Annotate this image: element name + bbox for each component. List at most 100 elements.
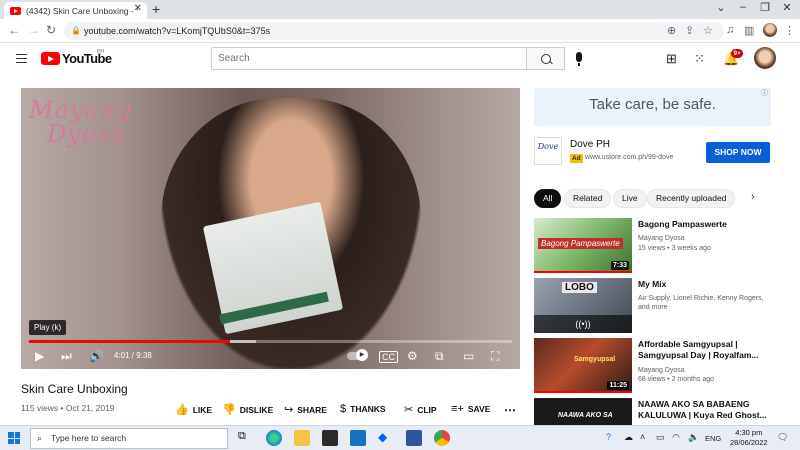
taskbar-search[interactable]: ⌕ Type here to search <box>30 428 228 449</box>
youtube-play-logo-icon <box>41 52 60 65</box>
cloud-icon[interactable]: ☁ <box>624 432 633 443</box>
video-thumbnail[interactable]: Samgyupsal 11:25 <box>534 338 632 393</box>
create-video-icon[interactable]: ⊞ <box>666 51 677 67</box>
edge-icon[interactable] <box>266 430 282 446</box>
save-button[interactable]: ≡+ SAVE <box>451 403 490 415</box>
progress-bar[interactable] <box>29 340 512 343</box>
tab-title: (4342) Skin Care Unboxing - You <box>26 5 138 16</box>
task-view-icon[interactable]: ⧉ <box>238 430 254 446</box>
more-actions-button[interactable]: ⋯ <box>504 403 516 417</box>
list-item[interactable]: NAAWA AKO SA NAAWA AKO SA BABAENG KALULU… <box>534 398 774 425</box>
search-input[interactable] <box>212 48 526 69</box>
windows-start-icon[interactable] <box>8 432 20 444</box>
theater-mode-icon[interactable]: ▭ <box>463 349 474 363</box>
ad-banner[interactable]: Take care, be safe. <box>534 88 771 126</box>
thanks-button[interactable]: $ THANKS <box>340 403 386 415</box>
youtube-favicon-icon <box>10 6 21 15</box>
dislike-button[interactable]: 👎 DISLIKE <box>222 403 273 416</box>
bookmark-star-icon[interactable]: ☆ <box>703 24 713 37</box>
captions-icon[interactable]: CC <box>379 351 398 363</box>
video-thumbnail[interactable]: LOBO ((•)) <box>534 278 632 333</box>
advertiser-name[interactable]: Dove PH <box>570 139 610 150</box>
dislike-label: DISLIKE <box>239 404 274 415</box>
address-bar[interactable]: 🔒 youtube.com/watch?v=LKomjTQUbS0&t=375s <box>64 22 724 40</box>
reload-icon[interactable]: ↻ <box>46 23 56 37</box>
browser-tab[interactable]: (4342) Skin Care Unboxing - You ✕ <box>4 2 147 19</box>
forward-icon[interactable]: → <box>28 23 40 37</box>
thanks-dollar-icon: $ <box>340 403 347 415</box>
notifications-icon[interactable]: 🗨 <box>777 432 788 443</box>
info-icon[interactable]: ⓘ <box>761 88 768 98</box>
close-tab-icon[interactable]: ✕ <box>134 3 142 14</box>
media-icon[interactable]: ♫ <box>726 24 734 36</box>
fullscreen-icon[interactable]: ⛶ <box>491 349 499 364</box>
scissors-icon: ✂ <box>404 404 414 416</box>
recommendation-title[interactable]: Bagong Pampaswerte <box>638 219 770 230</box>
list-item[interactable]: Bagong Pampaswerte 7:33 Bagong Pampaswer… <box>534 218 774 274</box>
chevron-right-icon[interactable]: › <box>751 191 755 203</box>
plus-icon[interactable]: + <box>152 1 160 17</box>
play-icon[interactable]: ▶ <box>35 349 44 363</box>
close-window-icon[interactable]: ✕ <box>772 1 800 14</box>
recommendation-channel[interactable]: Mayang Dyosa <box>638 366 768 375</box>
advertiser-logo[interactable]: Dove <box>534 137 562 165</box>
shop-now-button[interactable]: SHOP NOW <box>706 142 770 163</box>
recommendation-meta: 68 views • 2 months ago <box>638 376 714 383</box>
chip-all[interactable]: All <box>534 189 562 208</box>
recommendation-channel[interactable]: Air Supply, Lionel Richie, Kenny Rogers,… <box>638 294 768 312</box>
word-icon[interactable] <box>406 430 422 446</box>
wifi-icon[interactable]: ◠ <box>672 432 680 443</box>
list-item[interactable]: Samgyupsal 11:25 Affordable Samgyupsal |… <box>534 338 774 394</box>
hamburger-menu-icon[interactable] <box>16 54 27 63</box>
channel-watermark: Mayang Dyosa <box>29 98 133 146</box>
video-thumbnail[interactable]: NAAWA AKO SA <box>534 398 632 425</box>
apps-grid-icon[interactable]: ⁙ <box>694 51 705 67</box>
chrome-icon[interactable] <box>434 430 450 446</box>
next-icon[interactable]: ⏭ <box>61 349 72 364</box>
chip-live[interactable]: Live <box>613 189 647 208</box>
avatar[interactable] <box>754 47 776 69</box>
recommendation-title[interactable]: My Mix <box>638 279 770 290</box>
dropbox-icon[interactable]: ◆ <box>378 430 394 446</box>
chip-related[interactable]: Related <box>564 189 612 208</box>
miniplayer-icon[interactable]: ⧉ <box>435 349 444 364</box>
file-explorer-icon[interactable] <box>294 430 310 446</box>
mail-icon[interactable] <box>350 430 366 446</box>
recommendation-title[interactable]: Affordable Samgyupsal | Samgyupsal Day |… <box>638 339 770 361</box>
video-thumbnail[interactable]: Bagong Pampaswerte 7:33 <box>534 218 632 273</box>
chrome-profile-avatar[interactable] <box>763 23 777 37</box>
clock-date: 28/06/2022 <box>730 438 768 447</box>
chip-recently-uploaded[interactable]: Recently uploaded <box>647 189 736 208</box>
ad-badge: Ad <box>570 154 583 163</box>
lock-icon[interactable]: 🔒 <box>71 22 81 40</box>
search-box[interactable] <box>211 47 527 70</box>
list-item[interactable]: LOBO ((•)) My Mix Air Supply, Lionel Ric… <box>534 278 774 334</box>
video-player[interactable]: Mayang Dyosa Play (k) ▶ ⏭ 🔊 4:01 / 9:38 … <box>21 88 520 369</box>
autoplay-toggle[interactable] <box>347 349 368 361</box>
progress-played <box>29 340 231 343</box>
gear-icon[interactable]: ⚙ <box>407 349 418 363</box>
store-icon[interactable] <box>322 430 338 446</box>
share-icon[interactable]: ⇪ <box>685 24 694 37</box>
speaker-icon[interactable]: 🔈 <box>688 432 699 443</box>
tray-chevron-icon[interactable]: ˄ <box>640 432 645 442</box>
help-icon[interactable]: ? <box>606 432 611 442</box>
logo-text: YouTube <box>62 51 112 66</box>
share-button[interactable]: ↪ SHARE <box>284 403 327 416</box>
like-button[interactable]: 👍 LIKE <box>175 403 212 416</box>
battery-icon[interactable]: ▭ <box>656 432 665 443</box>
clock[interactable]: 4:30 pm 28/06/2022 <box>730 428 768 448</box>
clip-button[interactable]: ✂ CLIP <box>404 403 437 416</box>
recommendation-title[interactable]: NAAWA AKO SA BABAENG KALULUWA | Kuya Red… <box>638 399 770 421</box>
volume-icon[interactable]: 🔊 <box>89 349 104 363</box>
microphone-icon[interactable] <box>576 52 582 66</box>
notification-badge: 9+ <box>731 49 744 58</box>
language-indicator[interactable]: ENG <box>705 434 721 443</box>
windows-taskbar: ⌕ Type here to search ⧉ ◆ ? ☁ ˄ ▭ ◠ 🔈 EN… <box>0 425 800 450</box>
install-icon[interactable]: ⊕ <box>667 24 676 37</box>
kebab-menu-icon[interactable]: ⋮ <box>784 24 795 37</box>
back-icon[interactable]: ← <box>8 23 20 37</box>
search-button[interactable] <box>527 47 565 70</box>
side-panel-icon[interactable]: ▥ <box>744 24 754 37</box>
recommendation-channel[interactable]: Mayang Dyosa <box>638 234 768 243</box>
